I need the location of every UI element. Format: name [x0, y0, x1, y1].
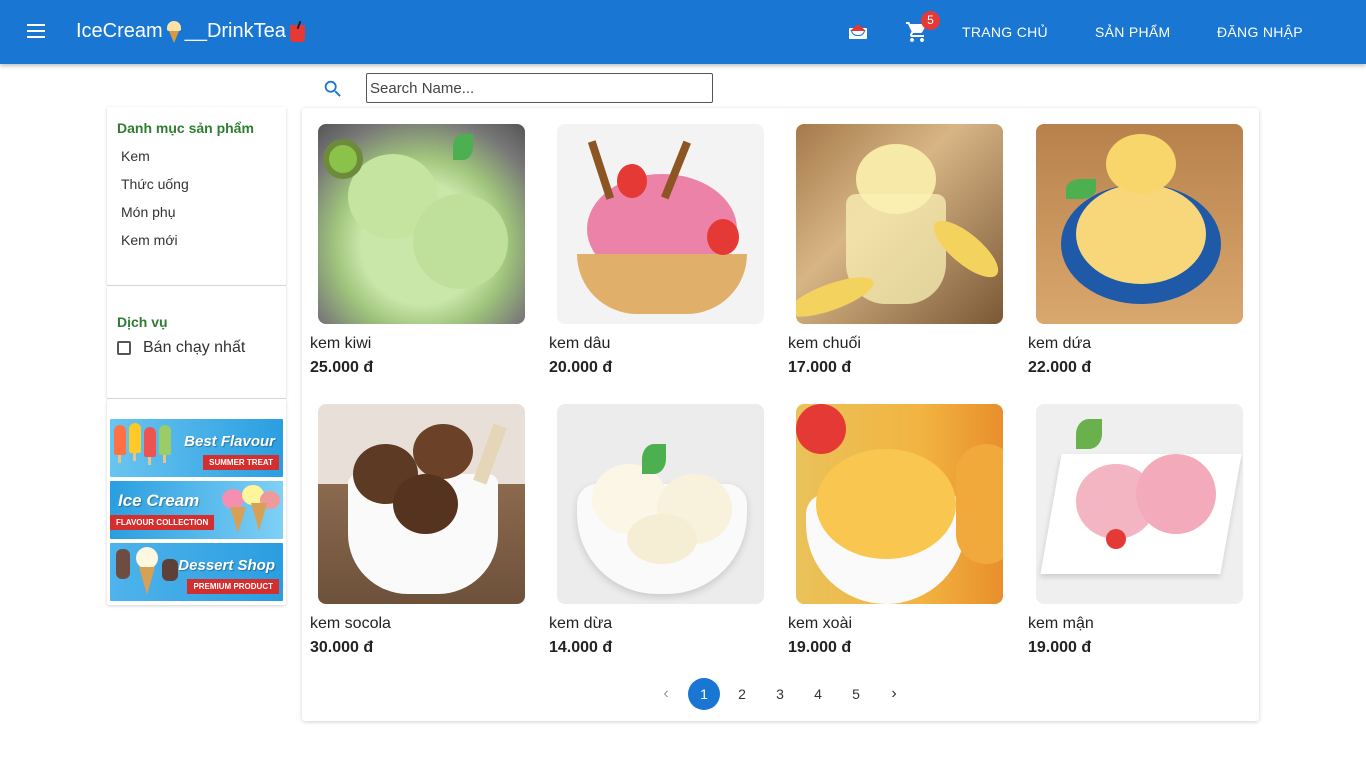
category-panel: Danh mục sản phẩm Kem Thức uống Món phụ …: [107, 107, 286, 285]
category-title: Danh mục sản phẩm: [117, 120, 254, 136]
banana-ice-cream-image[interactable]: [796, 124, 1003, 324]
page-button-3[interactable]: 3: [764, 678, 796, 710]
banner-ice-cream[interactable]: Ice Cream FLAVOUR COLLECTION: [110, 481, 283, 539]
product-price: 20.000 đ: [549, 359, 613, 376]
service-title: Dịch vụ: [117, 314, 168, 330]
search-icon[interactable]: [322, 78, 344, 100]
product-name[interactable]: kem xoài: [788, 615, 852, 633]
brand-title[interactable]: IceCream __DrinkTea: [76, 20, 308, 43]
cone-icon: [230, 507, 246, 533]
cone-icon: [139, 567, 155, 595]
popsicle-icon: [114, 425, 126, 455]
brand-text-drinktea: __DrinkTea: [184, 20, 286, 42]
mango-ice-cream-image[interactable]: [796, 404, 1003, 604]
page-button-5[interactable]: 5: [840, 678, 872, 710]
app-bar: IceCream __DrinkTea 5 TRANG CHỦ SẢN PHẨM…: [0, 0, 1366, 64]
cone-icon: [251, 503, 267, 531]
product-name[interactable]: kem dâu: [549, 335, 610, 353]
coconut-ice-cream-image[interactable]: [557, 404, 764, 604]
product-name[interactable]: kem dừa: [549, 615, 612, 633]
service-panel: Dịch vụ Bán chạy nhất: [107, 286, 286, 398]
product-price: 22.000 đ: [1028, 359, 1092, 376]
choco-bar-icon: [116, 549, 130, 579]
nav-home[interactable]: TRANG CHỦ: [962, 24, 1048, 40]
best-seller-label: Bán chạy nhất: [143, 339, 246, 356]
product-name[interactable]: kem kiwi: [310, 335, 371, 353]
product-price: 19.000 đ: [788, 639, 852, 656]
category-item-thuc-uong[interactable]: Thức uống: [121, 176, 272, 204]
popsicle-icon: [129, 423, 141, 453]
category-item-kem[interactable]: Kem: [121, 148, 272, 176]
banner-title: Dessert Shop: [178, 557, 275, 574]
pagination: ‹ 1 2 3 4 5 ›: [302, 678, 1259, 712]
product-price: 19.000 đ: [1028, 639, 1092, 656]
chocolate-ice-cream-image[interactable]: [318, 404, 525, 604]
best-seller-checkbox[interactable]: Bán chạy nhất: [107, 330, 286, 366]
banner-subtitle: SUMMER TREAT: [203, 455, 279, 470]
banner-title: Best Flavour: [184, 433, 275, 450]
kiwi-ice-cream-image[interactable]: [318, 124, 525, 324]
sidebar: Danh mục sản phẩm Kem Thức uống Món phụ …: [107, 107, 286, 605]
product-price: 14.000 đ: [549, 639, 613, 656]
menu-icon[interactable]: [24, 20, 48, 44]
prev-page-icon[interactable]: ‹: [650, 678, 682, 710]
product-name[interactable]: kem socola: [310, 615, 391, 633]
strawberry-ice-cream-image[interactable]: [557, 124, 764, 324]
soft-serve-icon: [136, 547, 158, 569]
banner-subtitle: FLAVOUR COLLECTION: [110, 515, 215, 530]
brand-text-icecream: IceCream: [76, 20, 163, 42]
product-name[interactable]: kem dứa: [1028, 335, 1091, 353]
popsicle-icon: [144, 427, 156, 457]
next-page-icon[interactable]: ›: [878, 678, 910, 710]
product-grid-card: kem kiwi 25.000 đ kem dâu 20.000 đ kem c…: [302, 108, 1259, 721]
ice-cream-cone-icon: [165, 20, 183, 43]
product-name[interactable]: kem mận: [1028, 615, 1094, 633]
mail-icon[interactable]: [849, 24, 867, 39]
cart-count-badge: 5: [921, 11, 940, 30]
banner-best-flavour[interactable]: Best Flavour SUMMER TREAT: [110, 419, 283, 477]
category-item-mon-phu[interactable]: Món phụ: [121, 204, 272, 232]
banner-dessert-shop[interactable]: Dessert Shop PREMIUM PRODUCT: [110, 543, 283, 601]
nav-products[interactable]: SẢN PHẨM: [1095, 24, 1171, 40]
scoop-icon: [222, 489, 244, 509]
pineapple-ice-cream-image[interactable]: [1036, 124, 1243, 324]
banner-panel: Best Flavour SUMMER TREAT Ice Cream FLAV…: [107, 399, 286, 605]
category-item-kem-moi[interactable]: Kem mới: [121, 232, 272, 260]
banner-title: Ice Cream: [118, 491, 200, 510]
page-button-1[interactable]: 1: [688, 678, 720, 710]
page-button-4[interactable]: 4: [802, 678, 834, 710]
product-price: 25.000 đ: [310, 359, 374, 376]
search-input[interactable]: [366, 73, 713, 103]
banner-subtitle: PREMIUM PRODUCT: [187, 579, 279, 594]
plum-ice-cream-image[interactable]: [1036, 404, 1243, 604]
page-button-2[interactable]: 2: [726, 678, 758, 710]
nav-login[interactable]: ĐĂNG NHẬP: [1217, 24, 1303, 40]
product-price: 17.000 đ: [788, 359, 852, 376]
product-name[interactable]: kem chuối: [788, 335, 861, 353]
checkbox-icon[interactable]: [117, 341, 131, 355]
drink-cup-icon: [288, 20, 306, 43]
product-price: 30.000 đ: [310, 639, 374, 656]
choco-bar-icon: [162, 559, 178, 581]
popsicle-icon: [159, 425, 171, 455]
